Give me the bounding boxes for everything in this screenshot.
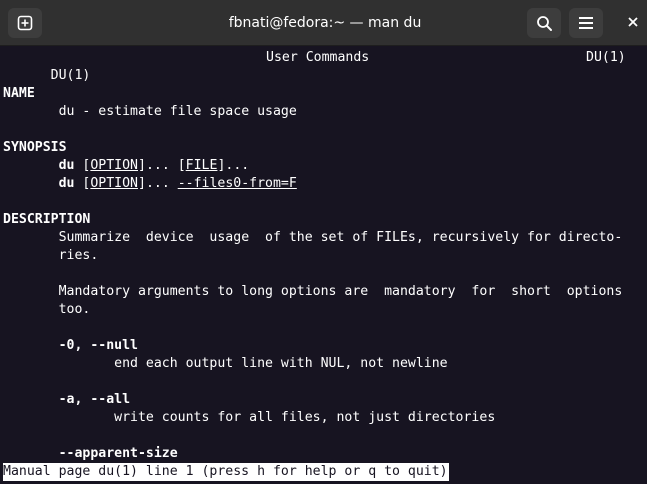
- option-apparent-size-flags: --apparent-size: [58, 446, 178, 461]
- section-heading-name: NAME: [3, 86, 35, 101]
- new-tab-button[interactable]: [8, 8, 42, 38]
- name-text: du - estimate file space usage: [58, 104, 297, 119]
- pager-status-line: Manual page du(1) line 1 (press h for he…: [3, 463, 449, 481]
- option-all-flags: -a, --all: [58, 392, 131, 407]
- synopsis-line-1: du [OPTION]... [FILE]...: [58, 158, 250, 173]
- description-para-1-line-1: Summarize device usage of the set of FIL…: [58, 230, 623, 245]
- description-para-1-line-2: ries.: [58, 248, 99, 263]
- man-header-line: DU(1) User Commands DU(1): [3, 49, 643, 83]
- close-button[interactable]: [621, 12, 645, 34]
- synopsis-line-2: du [OPTION]... --files0-from=F: [58, 176, 297, 191]
- man-header-center: User Commands: [266, 50, 370, 65]
- section-heading-synopsis: SYNOPSIS: [3, 140, 67, 155]
- man-header-right: DU(1): [586, 50, 626, 65]
- description-para-2-line-1: Mandatory arguments to long options are …: [58, 284, 623, 299]
- search-icon: [536, 15, 553, 32]
- section-heading-description: DESCRIPTION: [3, 212, 91, 227]
- window-title: fbnati@fedora:~ — man du: [228, 15, 422, 31]
- hamburger-menu-icon: [578, 16, 594, 30]
- header-bar: fbnati@fedora:~ — man du: [0, 0, 647, 46]
- option-null-description: end each output line with NUL, not newli…: [114, 356, 448, 371]
- search-button[interactable]: [527, 8, 561, 38]
- terminal-window: fbnati@fedora:~ — man du DU(1) User Comm…: [0, 0, 647, 484]
- close-icon: [628, 14, 638, 32]
- option-null-flags: -0, --null: [58, 338, 138, 353]
- terminal-output[interactable]: DU(1) User Commands DU(1) NAME du - esti…: [3, 49, 643, 463]
- main-menu-button[interactable]: [569, 8, 603, 38]
- description-para-2-line-2: too.: [58, 302, 91, 317]
- option-all-description: write counts for all files, not just dir…: [114, 410, 496, 425]
- new-tab-icon: [17, 15, 33, 31]
